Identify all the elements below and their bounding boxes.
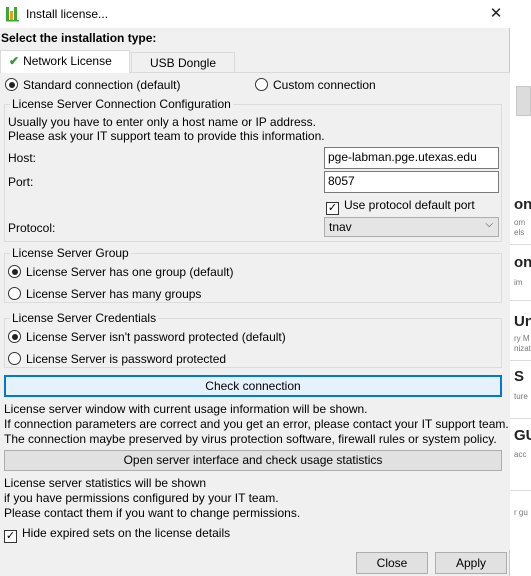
open-server-interface-button[interactable]: Open server interface and check usage st… [4,450,502,471]
many-groups-radio[interactable]: License Server has many groups [8,287,201,301]
bg-text-3b: nizat [514,344,531,353]
bg-text-5: acc [514,450,527,459]
credentials-legend: License Server Credentials [12,311,157,325]
checkmark-icon: ✔ [9,54,20,68]
window-title: Install license... [26,7,109,21]
host-label: Host: [8,151,37,165]
tab-network-license[interactable]: ✔ Network License [0,50,130,73]
bg-heading-4: S [514,368,525,385]
not-password-protected-radio[interactable]: License Server isn't password protected … [8,330,286,344]
installation-type-heading: Select the installation type: [1,31,157,45]
stats-info-line-1: License server statistics will be shown [4,476,207,490]
check-info-line-2: If connection parameters are correct and… [4,417,509,431]
bg-heading-5: GU [514,427,531,444]
one-group-label: License Server has one group (default) [26,265,234,279]
server-group-legend: License Server Group [12,246,129,260]
custom-connection-label: Custom connection [273,78,376,92]
close-button[interactable]: Close [356,552,428,574]
installation-tabs: ✔ Network License USB Dongle [0,50,510,73]
tab-usb-dongle-label: USB Dongle [149,56,217,70]
stats-info-line-2: if you have permissions configured by yo… [4,491,279,505]
title-bar: Install license... ✕ [0,0,510,28]
apply-button[interactable]: Apply [435,552,507,574]
check-connection-button[interactable]: Check connection [4,375,502,397]
radio-selected-icon [5,78,18,91]
radio-selected-icon [8,265,21,278]
background-button [516,86,531,116]
close-window-icon[interactable]: ✕ [482,1,510,27]
background-app-strip: on om els on im Un ry M nizat S ture GU … [510,0,531,576]
default-port-checkbox[interactable]: ✓ Use protocol default port [326,198,475,215]
protocol-value: tnav [329,220,352,234]
many-groups-label: License Server has many groups [26,287,202,301]
network-license-panel: Standard connection (default) Custom con… [0,72,510,550]
radio-unselected-icon [255,78,268,91]
connection-config-legend: License Server Connection Configuration [12,97,231,111]
bg-text-1b: els [514,228,525,237]
hide-expired-label: Hide expired sets on the license details [22,526,231,540]
standard-connection-radio[interactable]: Standard connection (default) [5,78,180,92]
not-password-protected-label: License Server isn't password protected … [26,330,286,344]
one-group-radio[interactable]: License Server has one group (default) [8,265,233,279]
hide-expired-checkbox[interactable]: ✓ Hide expired sets on the license detail… [4,526,230,543]
checkbox-checked-icon: ✓ [4,530,17,543]
password-protected-radio[interactable]: License Server is password protected [8,352,226,366]
radio-selected-icon [8,330,21,343]
stats-info-line-3: Please contact them if you want to chang… [4,506,301,520]
host-input[interactable]: pge-labman.pge.utexas.edu [324,147,499,169]
install-license-dialog: Install license... ✕ Select the installa… [0,0,510,576]
bg-text-6: r gu [514,508,528,517]
bg-text-2: im [514,278,523,287]
port-input[interactable]: 8057 [324,171,499,193]
app-logo-icon [6,7,19,22]
standard-connection-label: Standard connection (default) [23,78,181,92]
checkbox-checked-icon: ✓ [326,202,339,215]
radio-unselected-icon [8,352,21,365]
bg-heading-1: on [514,196,531,213]
chevron-down-icon: ⌵ [485,219,493,230]
bg-heading-3: Un [514,313,531,330]
bg-text-1: om [514,218,526,227]
protocol-label: Protocol: [8,221,56,235]
custom-connection-radio[interactable]: Custom connection [255,78,376,92]
radio-unselected-icon [8,287,21,300]
bg-heading-2: on [514,254,531,271]
check-info-line-3: The connection maybe preserved by virus … [4,432,497,446]
check-info-line-1: License server window with current usage… [4,402,368,416]
password-protected-label: License Server is password protected [26,352,227,366]
config-note-2: Please ask your IT support team to provi… [8,129,325,143]
tab-usb-dongle[interactable]: USB Dongle [131,52,235,72]
default-port-label: Use protocol default port [344,198,475,212]
bg-text-4: ture [514,392,528,401]
config-note-1: Usually you have to enter only a host na… [8,115,316,129]
tab-network-license-label: Network License [23,54,112,68]
protocol-select[interactable]: tnav ⌵ [324,217,499,237]
port-label: Port: [8,175,34,189]
bg-text-3: ry M [514,334,530,343]
